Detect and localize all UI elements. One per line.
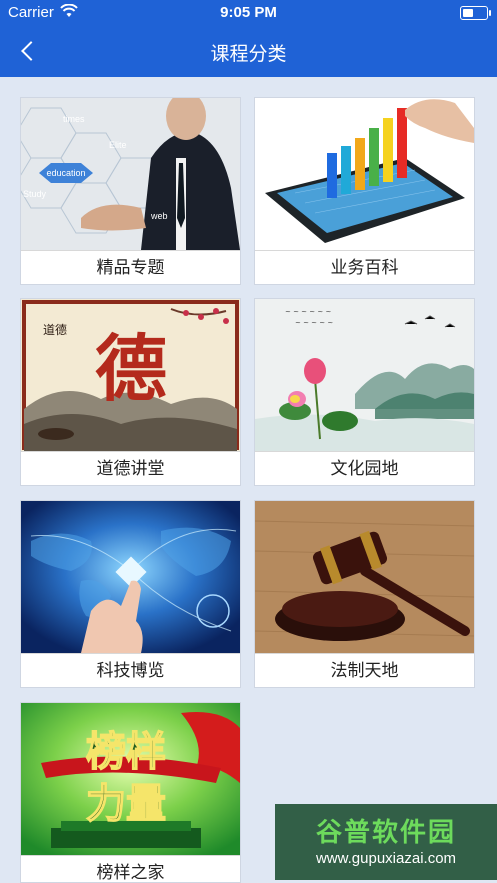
category-card-role-model[interactable]: 榜样 力量 榜样之家 bbox=[20, 702, 241, 883]
status-bar: Carrier 9:05 PM bbox=[0, 0, 497, 26]
tablet-chart-icon bbox=[255, 98, 474, 250]
morality-calligraphy-icon: 德 道德 bbox=[21, 299, 240, 451]
role-model-icon: 榜样 力量 bbox=[21, 703, 240, 855]
category-label: 道德讲堂 bbox=[21, 451, 240, 485]
category-label: 法制天地 bbox=[255, 653, 474, 687]
tech-world-map-icon bbox=[21, 501, 240, 653]
tag-web: web bbox=[150, 211, 168, 221]
headline-top: 榜样 bbox=[86, 729, 166, 775]
page-title: 课程分类 bbox=[210, 43, 287, 65]
category-label: 精品专题 bbox=[21, 250, 240, 284]
tag-times: times bbox=[63, 114, 85, 124]
watermark-url: www.gupuxiazai.com bbox=[315, 850, 457, 867]
tag-education: education bbox=[46, 168, 85, 178]
watermark: 谷普软件园 www.gupuxiazai.com bbox=[275, 804, 497, 880]
category-card-technology[interactable]: 科技博览 bbox=[20, 500, 241, 688]
lotus-landscape-icon: ~ ~ ~ ~ ~ ~ ~ ~ ~ ~ ~ bbox=[255, 299, 474, 451]
category-card-morality[interactable]: 德 道德 道德讲堂 bbox=[20, 298, 241, 486]
battery-icon bbox=[460, 6, 491, 20]
calligraphy-small: 道德 bbox=[43, 322, 67, 337]
category-label: 榜样之家 bbox=[21, 855, 240, 882]
watermark-title: 谷普软件园 bbox=[315, 818, 456, 848]
navigation-bar: 课程分类 bbox=[0, 26, 497, 77]
category-card-boutique[interactable]: times Elite Study web education 精品专题 bbox=[20, 97, 241, 285]
tag-study: Study bbox=[23, 189, 47, 199]
category-label: 文化园地 bbox=[255, 451, 474, 485]
header: Carrier 9:05 PM 课程分类 bbox=[0, 0, 497, 77]
svg-text:~ ~ ~ ~ ~: ~ ~ ~ ~ ~ bbox=[295, 319, 333, 327]
headline-bottom: 力量 bbox=[86, 781, 166, 827]
svg-text:~ ~ ~ ~ ~ ~: ~ ~ ~ ~ ~ ~ bbox=[285, 308, 331, 316]
category-card-culture[interactable]: ~ ~ ~ ~ ~ ~ ~ ~ ~ ~ ~ 文化园地 bbox=[254, 298, 475, 486]
tag-elite: Elite bbox=[109, 140, 127, 150]
business-education-icon: times Elite Study web education bbox=[21, 98, 240, 250]
category-label: 科技博览 bbox=[21, 653, 240, 687]
gavel-icon bbox=[255, 501, 474, 653]
calligraphy-character: 德 bbox=[95, 326, 167, 411]
category-label: 业务百科 bbox=[255, 250, 474, 284]
clock: 9:05 PM bbox=[220, 4, 277, 21]
category-card-legal[interactable]: 法制天地 bbox=[254, 500, 475, 688]
category-card-encyclopedia[interactable]: 业务百科 bbox=[254, 97, 475, 285]
